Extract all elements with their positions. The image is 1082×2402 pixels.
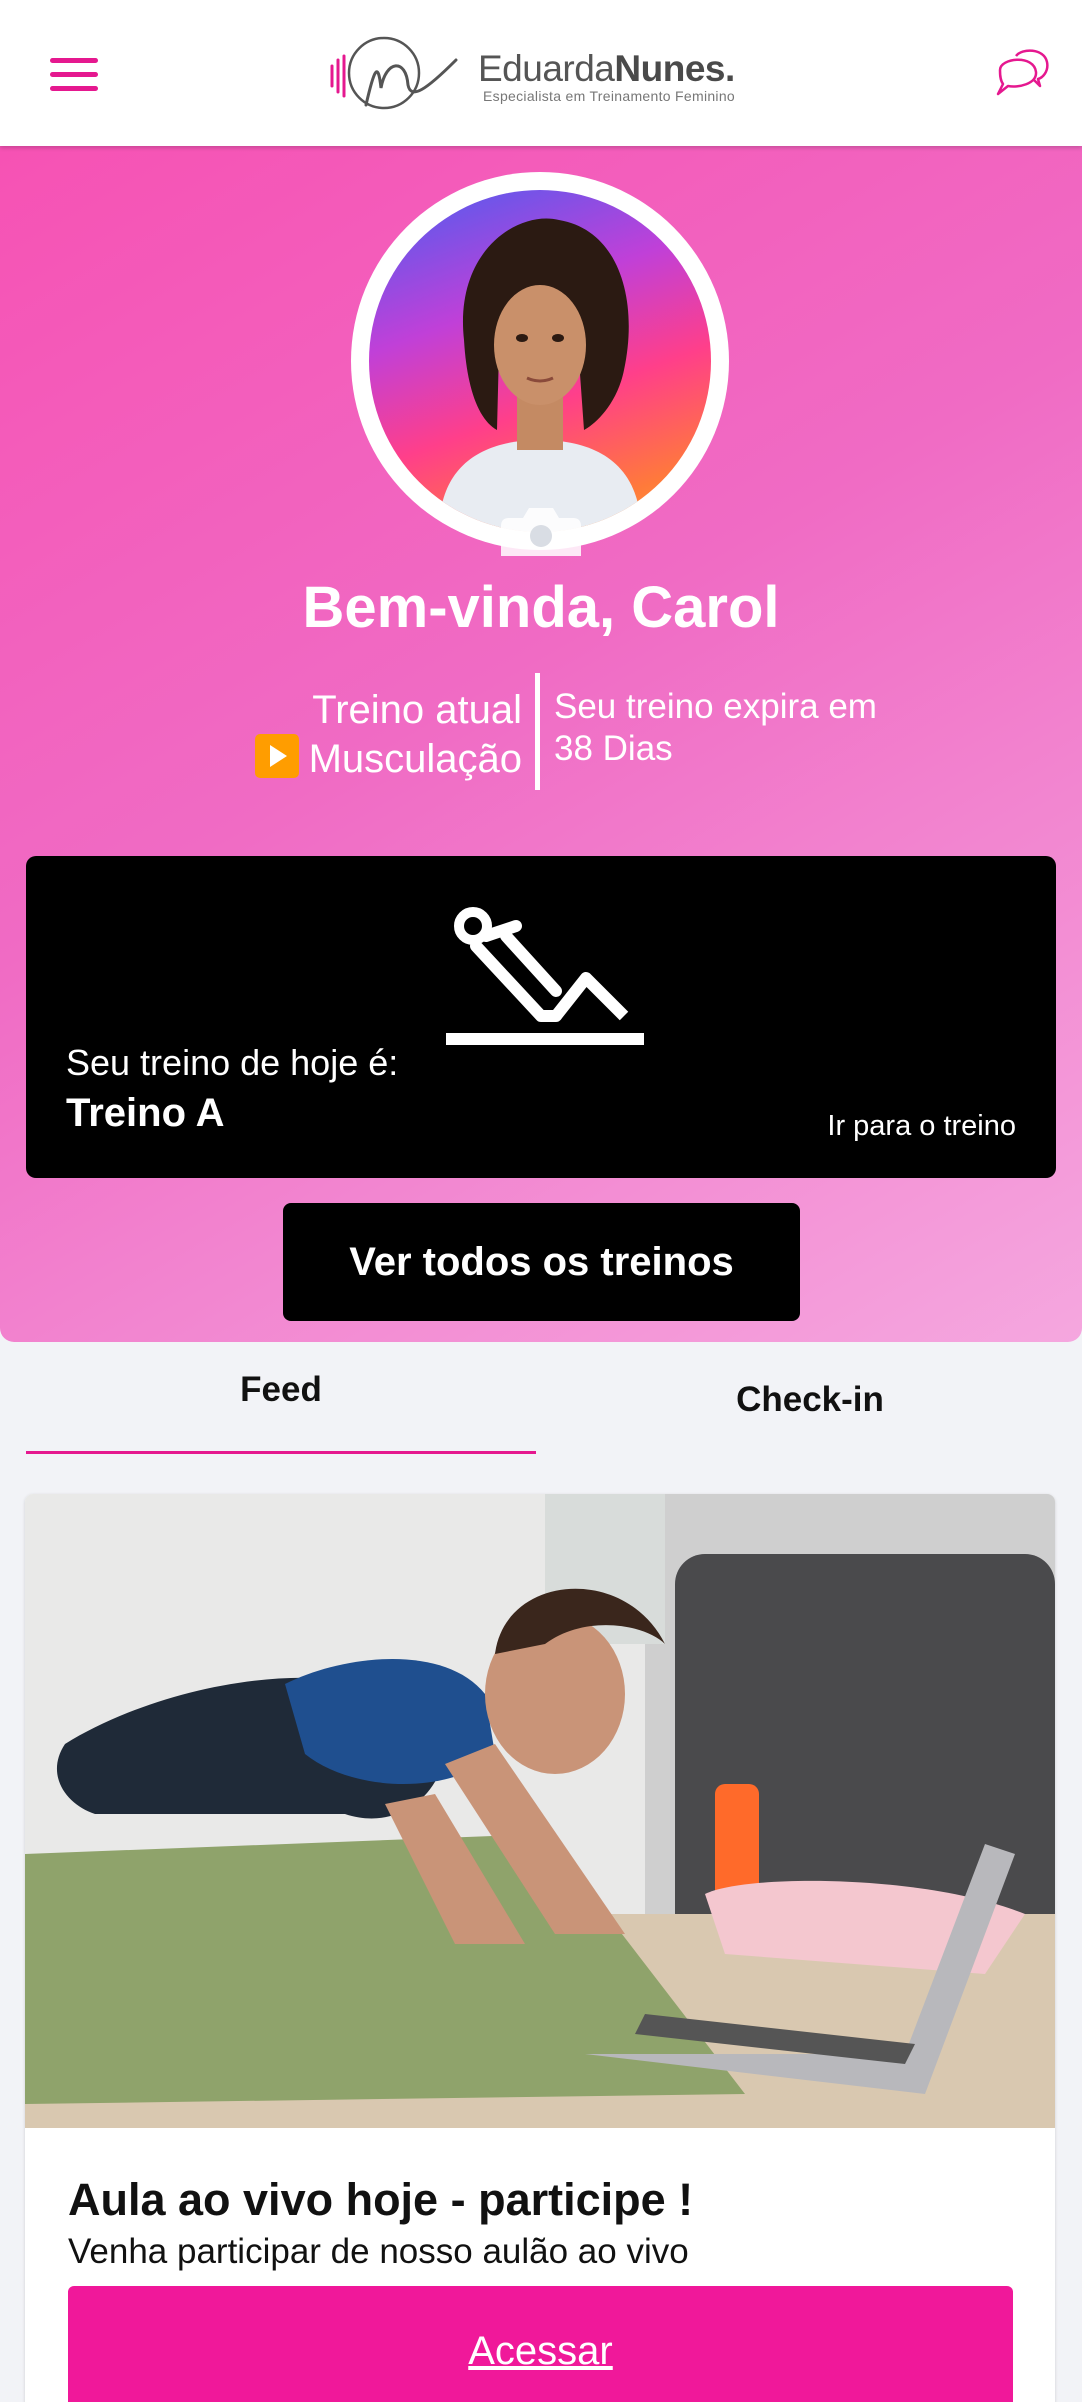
access-button[interactable]: Acessar [68, 2286, 1013, 2402]
view-all-workouts-button[interactable]: Ver todos os treinos [283, 1203, 800, 1321]
logo-wordmark: EduardaNunes. [478, 48, 735, 89]
top-app-bar: EduardaNunes. Especialista em Treinament… [0, 0, 1082, 146]
go-to-workout-link[interactable]: Ir para o treino [827, 1110, 1016, 1143]
tab-check-in[interactable]: Check-in [555, 1380, 1065, 1464]
profile-hero: Bem-vinda, Carol Treino atual Musculação… [0, 146, 1082, 1342]
training-expiry: Seu treino expira em 38 Dias [554, 686, 877, 770]
avatar[interactable] [351, 172, 729, 550]
tab-feed[interactable]: Feed [26, 1370, 536, 1454]
expiry-label: Seu treino expira em [554, 687, 877, 726]
current-training-value-row: Musculação [254, 734, 522, 783]
logo-signature-mark [330, 36, 458, 110]
hamburger-menu-icon[interactable] [50, 58, 98, 92]
current-training-value: Musculação [308, 737, 522, 781]
brand-logo: EduardaNunes. Especialista em Treinament… [326, 30, 756, 116]
camera-icon[interactable] [497, 500, 585, 556]
play-button-icon [254, 734, 299, 778]
post-image [25, 1494, 1055, 2128]
current-training-label: Treino atual [312, 688, 522, 732]
todays-workout-subtitle: Seu treino de hoje é: [66, 1042, 399, 1083]
avatar-portrait-illustration [439, 218, 641, 532]
logo-tagline: Especialista em Treinamento Feminino [483, 88, 736, 104]
post-title: Aula ao vivo hoje - participe ! [68, 2174, 694, 2225]
post-description: Venha participar de nosso aulão ao vivo [68, 2232, 689, 2271]
chat-bubbles-icon[interactable] [994, 44, 1050, 100]
todays-workout-name: Treino A [66, 1091, 225, 1135]
welcome-heading: Bem-vinda, Carol [302, 575, 780, 640]
feed-post-card: Aula ao vivo hoje - participe ! Venha pa… [25, 1494, 1055, 2402]
current-training: Treino atual Musculação [254, 686, 522, 783]
expiry-value: 38 Dias [554, 729, 673, 768]
stat-divider [535, 673, 540, 790]
exercise-stretch-icon [446, 907, 644, 1045]
todays-workout-card[interactable]: Seu treino de hoje é: Treino A Ir para o… [26, 856, 1056, 1178]
avatar-photo [369, 190, 711, 532]
